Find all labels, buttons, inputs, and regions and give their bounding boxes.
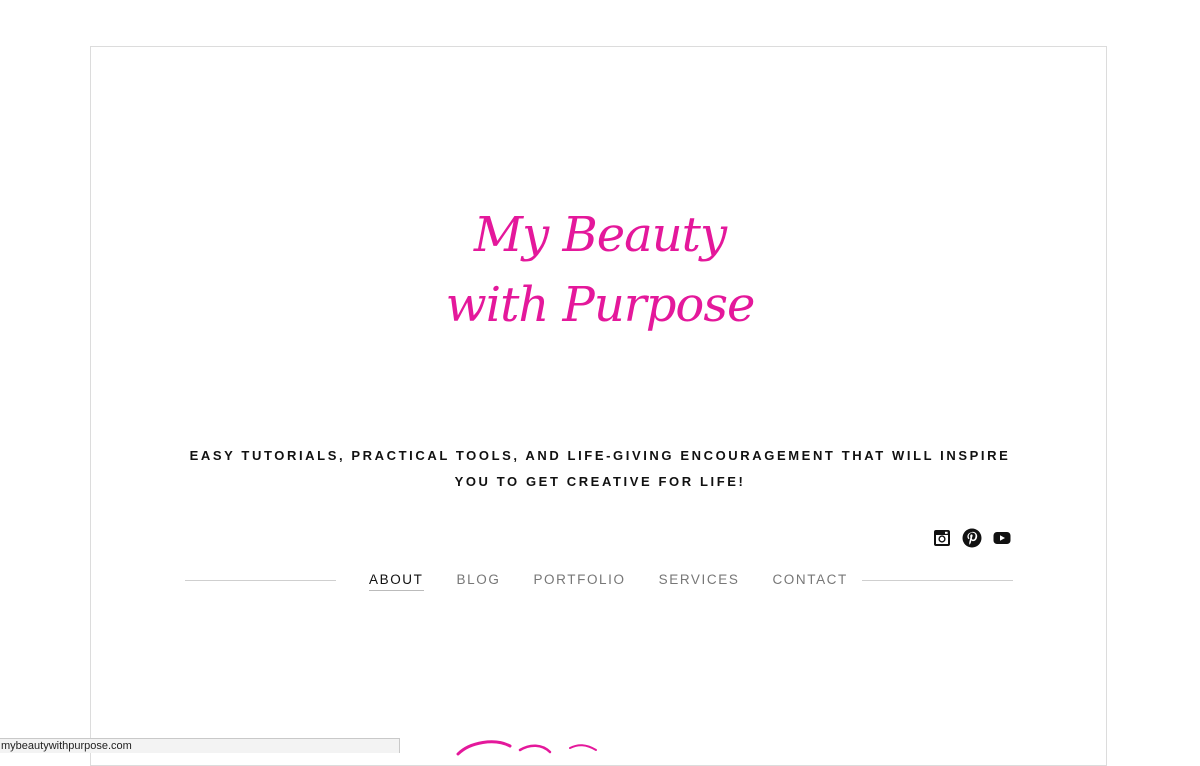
pinterest-icon[interactable] xyxy=(962,528,982,548)
tagline-line-2: YOU TO GET CREATIVE FOR LIFE! xyxy=(454,474,746,489)
site-tagline: EASY TUTORIALS, PRACTICAL TOOLS, AND LIF… xyxy=(180,443,1020,495)
youtube-icon[interactable] xyxy=(992,528,1012,548)
logo-line-2: with Purpose xyxy=(445,277,756,333)
nav-item-portfolio[interactable]: PORTFOLIO xyxy=(533,572,625,591)
status-url: mybeautywithpurpose.com xyxy=(1,740,132,752)
instagram-icon[interactable] xyxy=(932,528,952,548)
page-frame xyxy=(90,46,1107,766)
nav-item-about[interactable]: ABOUT xyxy=(369,572,424,591)
nav-divider-left xyxy=(185,580,336,581)
site-logo[interactable]: My Beauty with Purpose xyxy=(0,200,1200,340)
content-heading-fragment xyxy=(450,732,630,762)
logo-line-1: My Beauty xyxy=(473,207,727,263)
main-nav: ABOUT BLOG PORTFOLIO SERVICES CONTACT xyxy=(369,572,848,591)
browser-status-bar: mybeautywithpurpose.com xyxy=(0,738,400,753)
tagline-line-1: EASY TUTORIALS, PRACTICAL TOOLS, AND LIF… xyxy=(189,448,1011,463)
nav-divider-right xyxy=(862,580,1013,581)
social-links xyxy=(932,528,1012,548)
nav-item-contact[interactable]: CONTACT xyxy=(772,572,847,591)
nav-item-blog[interactable]: BLOG xyxy=(457,572,501,591)
nav-item-services[interactable]: SERVICES xyxy=(659,572,740,591)
